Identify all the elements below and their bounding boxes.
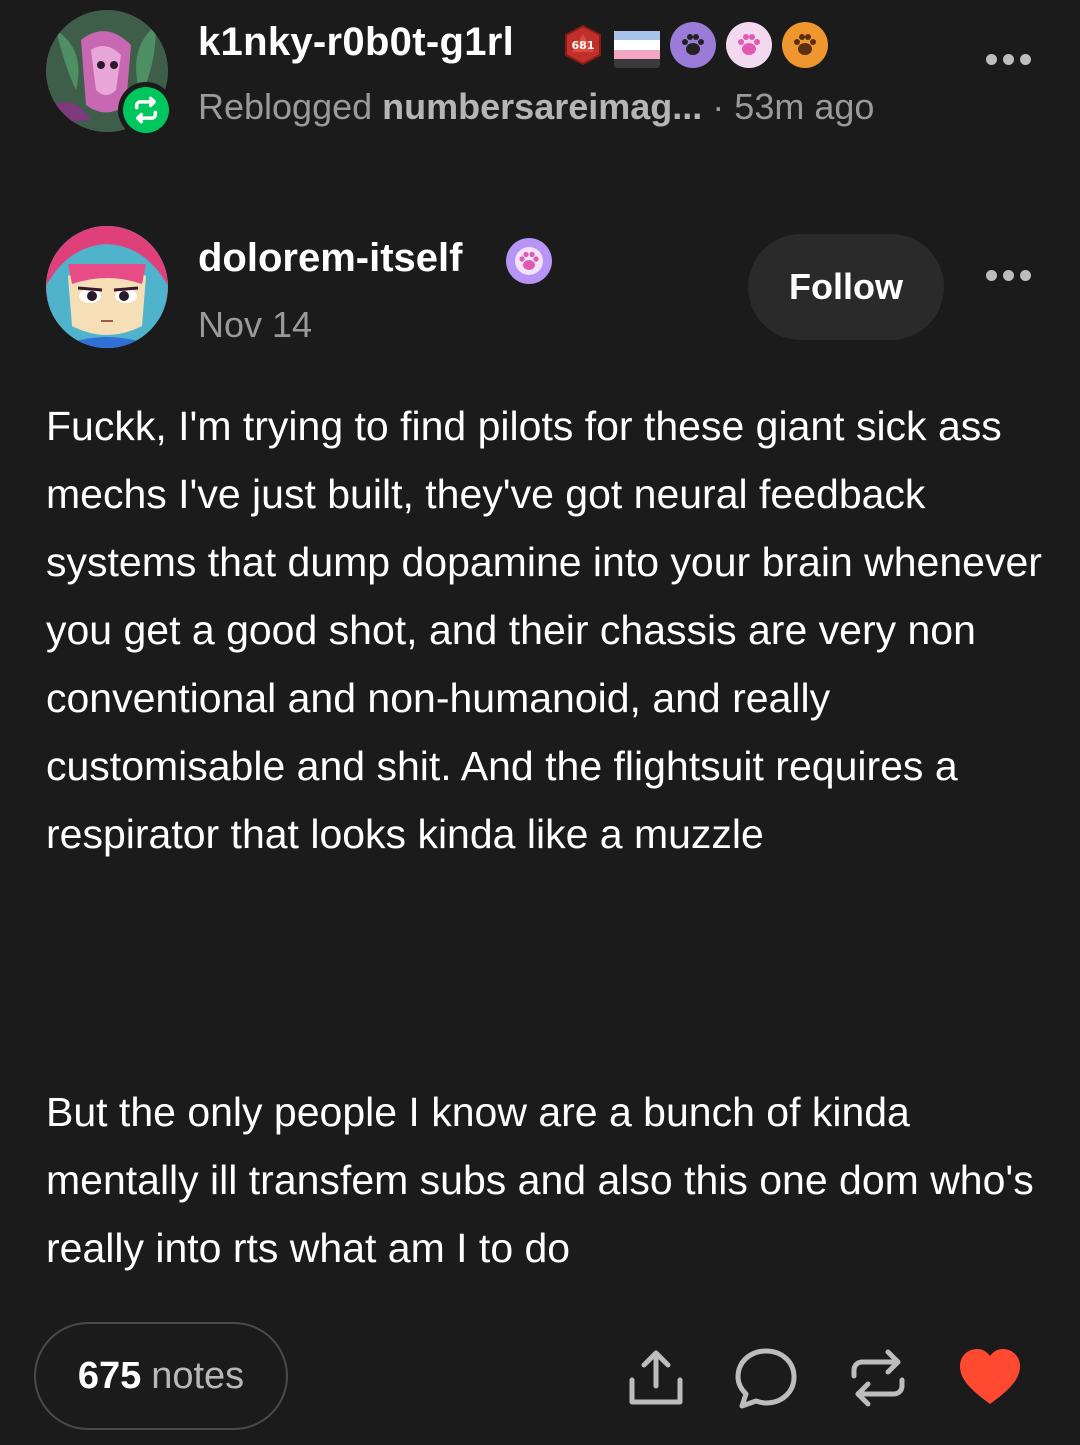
follow-button[interactable]: Follow <box>748 234 944 340</box>
flag-icon <box>614 22 660 68</box>
reblogger-badges: 681 <box>562 22 828 68</box>
notes-label: notes <box>151 1354 245 1397</box>
post-paragraph: But the only people I know are a bunch o… <box>46 1089 1034 1271</box>
reblogger-blog-name[interactable]: k1nky-r0b0t-g1rl <box>198 20 514 65</box>
reblog-time-ago: 53m ago <box>734 86 875 127</box>
paw-icon <box>726 22 772 68</box>
reblogged-prefix: Reblogged <box>198 86 373 127</box>
reblog-badge <box>118 82 174 138</box>
post-more-icon[interactable] <box>986 270 1031 281</box>
paw-icon <box>506 238 552 284</box>
heart-icon[interactable] <box>958 1346 1022 1410</box>
paw-icon <box>670 22 716 68</box>
share-icon[interactable] <box>624 1346 688 1410</box>
d20-icon: 681 <box>562 24 604 66</box>
reply-icon[interactable] <box>734 1346 798 1410</box>
op-avatar[interactable] <box>46 226 168 348</box>
paw-icon <box>782 22 828 68</box>
d20-badge-text: 681 <box>572 39 595 52</box>
reblogged-from-line: Reblogged numbersareimag... · 53m ago <box>198 86 874 128</box>
op-avatar-art <box>46 226 168 348</box>
notes-button[interactable]: 675 notes <box>34 1322 288 1430</box>
time-separator: · <box>702 86 735 127</box>
reblog-badge-icon <box>123 87 169 133</box>
reblog-more-icon[interactable] <box>986 54 1031 65</box>
post-date: Nov 14 <box>198 304 313 345</box>
op-blog-name[interactable]: dolorem-itself <box>198 236 462 281</box>
reblogged-from-blog[interactable]: numbersareimag... <box>382 86 702 127</box>
reblog-icon[interactable] <box>846 1346 910 1410</box>
notes-count: 675 <box>77 1354 142 1397</box>
post-paragraph: Fuckk, I'm trying to find pilots for the… <box>46 403 1042 857</box>
